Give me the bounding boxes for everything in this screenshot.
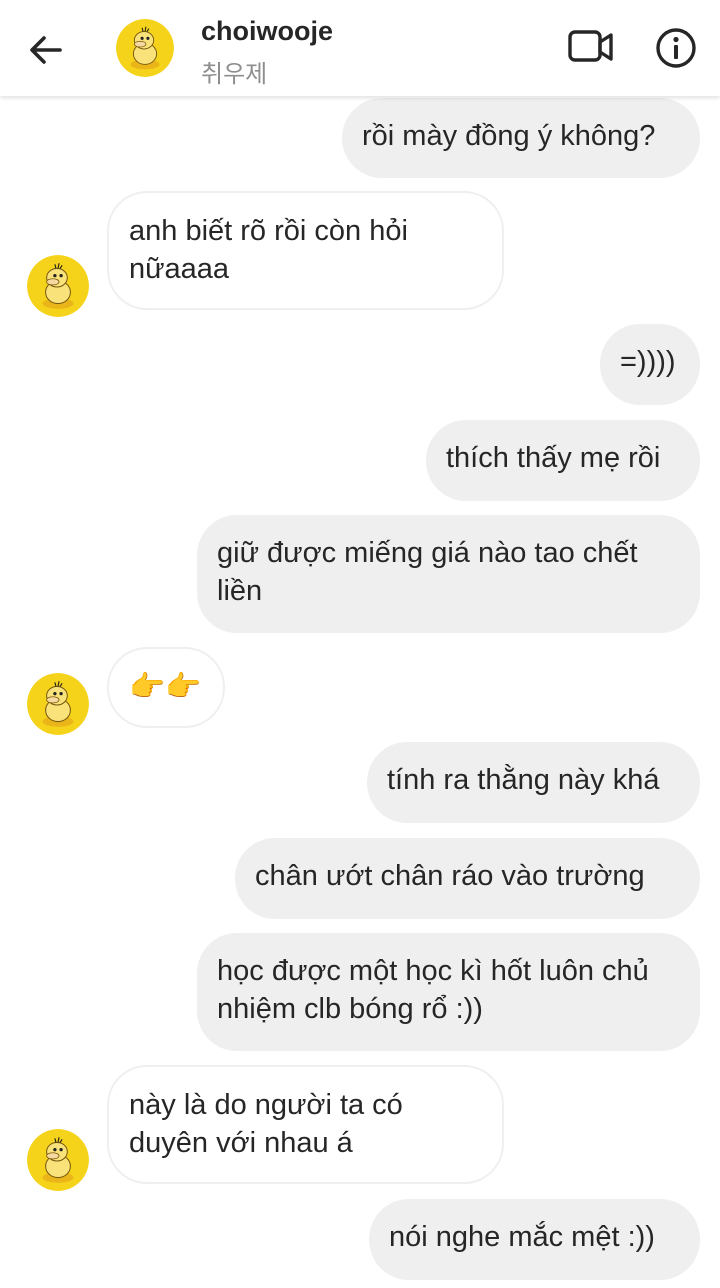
sender-avatar[interactable]	[27, 255, 89, 317]
message-incoming[interactable]: 👉👉	[107, 647, 225, 728]
message-outgoing[interactable]: thích thấy mẹ rồi	[426, 420, 700, 501]
message-text: học được một học kì hốt luôn chủ nhiệm c…	[217, 955, 649, 1025]
info-icon	[656, 28, 696, 68]
message-outgoing[interactable]: tính ra thằng này khá	[367, 742, 700, 823]
message-text: nói nghe mắc mệt :))	[389, 1221, 655, 1253]
sender-avatar[interactable]	[27, 673, 89, 735]
header-username[interactable]: choiwooje	[201, 16, 333, 47]
video-camera-icon	[568, 30, 613, 62]
message-outgoing[interactable]: nói nghe mắc mệt :))	[369, 1199, 700, 1280]
header-subtitle: 취우제	[201, 61, 268, 88]
chat-screen: choiwooje 취우제 rồi mày đồng ý không? anh …	[0, 0, 720, 1288]
message-outgoing[interactable]: =))))	[600, 324, 700, 405]
message-text: anh biết rõ rồi còn hỏi nữaaaa	[129, 215, 408, 285]
message-text: thích thấy mẹ rồi	[446, 442, 661, 474]
message-text: 👉👉	[129, 671, 202, 703]
info-button[interactable]	[654, 26, 698, 70]
message-text: rồi mày đồng ý không?	[362, 120, 656, 152]
message-text: =))))	[620, 346, 676, 378]
message-text: chân ướt chân ráo vào trường	[255, 860, 645, 892]
message-text: giữ được miếng giá nào tao chết liền	[217, 537, 638, 607]
back-button[interactable]	[22, 26, 70, 74]
chat-header: choiwooje 취우제	[0, 0, 720, 96]
message-text: tính ra thằng này khá	[387, 764, 660, 796]
psyduck-avatar-icon	[27, 1129, 89, 1191]
message-outgoing[interactable]: chân ướt chân ráo vào trường	[235, 838, 700, 919]
header-avatar[interactable]	[116, 19, 174, 77]
message-incoming[interactable]: này là do người ta có duyên với nhau á	[107, 1065, 504, 1184]
message-outgoing[interactable]: giữ được miếng giá nào tao chết liền	[197, 515, 700, 633]
message-incoming[interactable]: anh biết rõ rồi còn hỏi nữaaaa	[107, 191, 504, 310]
psyduck-avatar-icon	[27, 255, 89, 317]
arrow-left-icon	[30, 36, 62, 64]
sender-avatar[interactable]	[27, 1129, 89, 1191]
psyduck-avatar-icon	[27, 673, 89, 735]
message-outgoing[interactable]: học được một học kì hốt luôn chủ nhiệm c…	[197, 933, 700, 1051]
message-text: này là do người ta có duyên với nhau á	[129, 1089, 403, 1159]
video-call-button[interactable]	[566, 26, 616, 68]
message-outgoing[interactable]: rồi mày đồng ý không?	[342, 98, 700, 178]
psyduck-avatar-icon	[116, 19, 174, 77]
